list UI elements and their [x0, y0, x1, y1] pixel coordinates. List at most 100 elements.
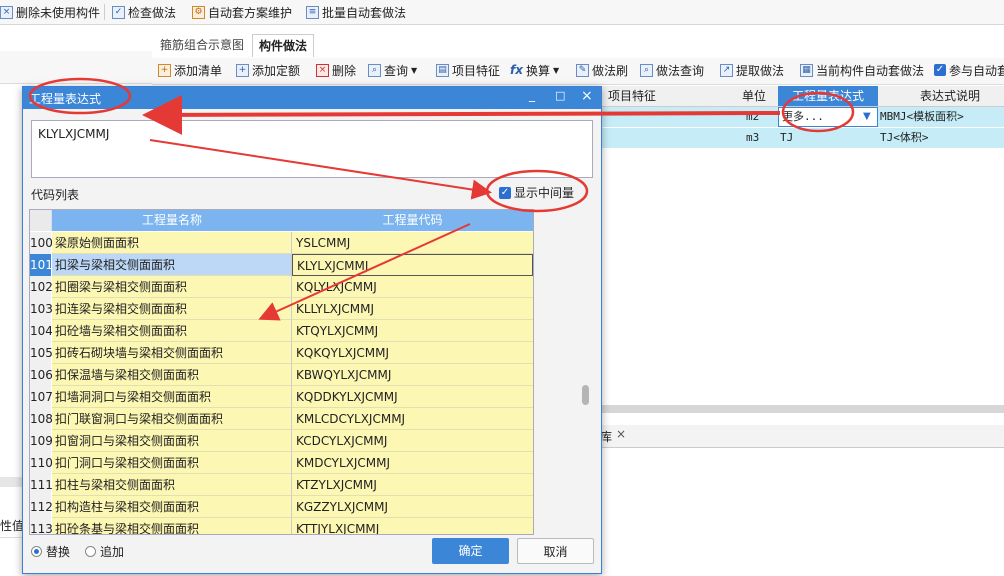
- quantity-code-cell[interactable]: KTQYLXJCMMJ: [292, 320, 533, 342]
- radio-selected-icon: [31, 546, 42, 557]
- table-row[interactable]: 110 扣门洞口与梁相交侧面面积 KMDCYLXJCMMJ: [30, 452, 533, 475]
- quantity-code-cell[interactable]: KLLYLXJCMMJ: [292, 298, 533, 320]
- horizontal-splitter[interactable]: [600, 405, 1004, 413]
- quantity-code-cell[interactable]: YSLCMMJ: [292, 232, 533, 254]
- convert-button[interactable]: fx 换算 ▼: [510, 61, 559, 79]
- minimize-icon[interactable]: _: [529, 88, 535, 102]
- cancel-button[interactable]: 取消: [517, 538, 594, 564]
- quantity-code-cell[interactable]: KQDDKYLXJCMMJ: [292, 386, 533, 408]
- quantity-code-cell[interactable]: KCDCYLXJCMMJ: [292, 430, 533, 452]
- radio-unselected-icon: [85, 546, 96, 557]
- table-row[interactable]: 109 扣窗洞口与梁相交侧面面积 KCDCYLXJCMMJ: [30, 430, 533, 453]
- extract-method-button[interactable]: ↗ 提取做法: [720, 61, 784, 79]
- quantity-code-cell[interactable]: KTZYLXJCMMJ: [292, 474, 533, 496]
- quantity-name-cell[interactable]: 扣砼墙与梁相交侧面面积: [52, 320, 292, 342]
- table-row[interactable]: 112 扣构造柱与梁相交侧面面积 KGZZYLXJCMMJ: [30, 496, 533, 519]
- quantity-name-cell[interactable]: 扣门联窗洞口与梁相交侧面面积: [52, 408, 292, 430]
- quantity-code-cell[interactable]: KGZZYLXJCMMJ: [292, 496, 533, 518]
- auto-scheme-button[interactable]: ⚙ 自动套方案维护: [192, 3, 292, 21]
- table-row[interactable]: 105 扣砖石砌块墙与梁相交侧面面积 KQKQYLXJCMMJ: [30, 342, 533, 365]
- quantity-code-cell[interactable]: KQLYLXJCMMJ: [292, 276, 533, 298]
- col-header-unit: 单位: [742, 89, 767, 103]
- quantity-code-cell[interactable]: KQKQYLXJCMMJ: [292, 342, 533, 364]
- participate-auto-checkbox[interactable]: ✓ 参与自动套: [934, 61, 1004, 79]
- table-row[interactable]: 108 扣门联窗洞口与梁相交侧面面积 KMLCDCYLXJCMMJ: [30, 408, 533, 431]
- item-feature-button[interactable]: ▤ 项目特征: [436, 61, 500, 79]
- col-header-feature: 项目特征: [608, 89, 657, 103]
- close-icon[interactable]: ×: [616, 427, 626, 441]
- table-row[interactable]: 103 扣连梁与梁相交侧面面积 KLLYLXJCMMJ: [30, 298, 533, 321]
- library-tab-bar: 库 ×: [600, 425, 1004, 448]
- auto-icon: ▦: [800, 63, 813, 77]
- ok-button[interactable]: 确定: [432, 538, 509, 564]
- quantity-name-cell[interactable]: 扣门洞口与梁相交侧面面积: [52, 452, 292, 474]
- add-quota-icon: +: [236, 63, 249, 77]
- show-intermediate-checkbox[interactable]: ✓ 显示中间量: [499, 184, 574, 201]
- table-row[interactable]: 107 扣墙洞洞口与梁相交侧面面积 KQDDKYLXJCMMJ: [30, 386, 533, 409]
- row-number: 108: [30, 408, 53, 431]
- quantity-name-cell[interactable]: 梁原始侧面面积: [52, 232, 292, 254]
- quantity-name-cell[interactable]: 扣窗洞口与梁相交侧面面积: [52, 430, 292, 452]
- tab-bar: 箍筋组合示意图 构件做法: [152, 34, 1004, 57]
- table-row[interactable]: m3 TJ TJ<体积>: [600, 128, 1004, 148]
- quantity-name-cell[interactable]: 扣构造柱与梁相交侧面面积: [52, 496, 292, 518]
- quantity-name-cell[interactable]: 扣连梁与梁相交侧面面积: [52, 298, 292, 320]
- auto-current-button[interactable]: ▦ 当前构件自动套做法: [800, 61, 924, 79]
- table-row[interactable]: 111 扣柱与梁相交侧面面积 KTZYLXJCMMJ: [30, 474, 533, 497]
- quantity-name-cell[interactable]: 扣梁与梁相交侧面面积: [52, 254, 292, 276]
- expression-dropdown[interactable]: 更多... ▼: [778, 107, 878, 127]
- code-list-label: 代码列表: [31, 188, 80, 202]
- delete-unused-button[interactable]: × 删除未使用构件: [0, 3, 100, 21]
- replace-radio[interactable]: 替换: [31, 543, 70, 560]
- add-quota-button[interactable]: + 添加定额: [236, 61, 300, 79]
- feature-icon: ▤: [436, 63, 449, 77]
- scrollbar-thumb[interactable]: [582, 385, 589, 405]
- maximize-icon[interactable]: □: [555, 89, 565, 102]
- query-button[interactable]: ⌕ 查询 ▼: [368, 61, 417, 79]
- quantity-name-cell[interactable]: 扣砼条基与梁相交侧面面积: [52, 518, 292, 534]
- row-number: 111: [30, 474, 53, 497]
- scrollbar[interactable]: [579, 209, 593, 535]
- tab-stirrup-diagram[interactable]: 箍筋组合示意图: [154, 34, 250, 56]
- table-row[interactable]: 101 扣梁与梁相交侧面面积 KLYLXJCMMJ: [30, 254, 533, 277]
- table-row[interactable]: 106 扣保温墙与梁相交侧面面积 KBWQYLXJCMMJ: [30, 364, 533, 387]
- expression-textarea[interactable]: KLYLXJCMMJ: [31, 120, 593, 178]
- row-number: 105: [30, 342, 53, 365]
- tab-component-method[interactable]: 构件做法: [252, 34, 315, 57]
- quantity-name-cell[interactable]: 扣砖石砌块墙与梁相交侧面面积: [52, 342, 292, 364]
- quantity-code-cell[interactable]: KLYLXJCMMJ: [292, 254, 533, 276]
- quantity-name-cell[interactable]: 扣墙洞洞口与梁相交侧面面积: [52, 386, 292, 408]
- add-list-button[interactable]: + 添加清单: [158, 61, 222, 79]
- quantity-code-cell[interactable]: KBWQYLXJCMMJ: [292, 364, 533, 386]
- method-query-button[interactable]: ⌕ 做法查询: [640, 61, 704, 79]
- method-brush-button[interactable]: ✎ 做法刷: [576, 61, 628, 79]
- check-method-button[interactable]: ✓ 检查做法: [112, 3, 176, 21]
- append-radio[interactable]: 追加: [85, 543, 124, 560]
- method-query-icon: ⌕: [640, 63, 653, 77]
- dialog-title: 工程量表达式: [29, 92, 102, 106]
- table-row[interactable]: 104 扣砼墙与梁相交侧面面积 KTQYLXJCMMJ: [30, 320, 533, 343]
- batch-auto-button[interactable]: ≡ 批量自动套做法: [306, 3, 406, 21]
- dialog-title-bar[interactable]: 工程量表达式 _ □ ×: [23, 87, 601, 109]
- row-number: 109: [30, 430, 53, 453]
- top-toolbar: × 删除未使用构件 ✓ 检查做法 ⚙ 自动套方案维护 ≡ 批量自动套做法: [0, 0, 1004, 25]
- quantity-code-cell[interactable]: KMDCYLXJCMMJ: [292, 452, 533, 474]
- quantity-code-cell[interactable]: KTTJYLXJCMMJ: [292, 518, 533, 534]
- row-number: 113: [30, 518, 53, 534]
- chevron-down-icon[interactable]: ▼: [863, 111, 871, 122]
- chevron-down-icon: ▼: [552, 65, 560, 75]
- table-row[interactable]: m2 更多... ▼ MBMJ<模板面积>: [600, 107, 1004, 127]
- table-row[interactable]: 100 梁原始侧面面积 YSLCMMJ: [30, 232, 533, 255]
- table-row[interactable]: 113 扣砼条基与梁相交侧面面积 KTTJYLXJCMMJ: [30, 518, 533, 534]
- row-number: 110: [30, 452, 53, 475]
- expression-dialog: 工程量表达式 _ □ × KLYLXJCMMJ 代码列表 ✓ 显示中间量 工程量…: [22, 86, 602, 574]
- delete-button[interactable]: × 删除: [316, 61, 356, 79]
- close-icon[interactable]: ×: [581, 88, 593, 104]
- quantity-name-cell[interactable]: 扣保温墙与梁相交侧面面积: [52, 364, 292, 386]
- quantity-code-cell[interactable]: KMLCDCYLXJCMMJ: [292, 408, 533, 430]
- checkbox-checked-icon: ✓: [499, 186, 511, 199]
- quantity-name-cell[interactable]: 扣柱与梁相交侧面面积: [52, 474, 292, 496]
- col-header-code: 工程量代码: [292, 210, 533, 231]
- quantity-name-cell[interactable]: 扣圈梁与梁相交侧面面积: [52, 276, 292, 298]
- table-row[interactable]: 102 扣圈梁与梁相交侧面面积 KQLYLXJCMMJ: [30, 276, 533, 299]
